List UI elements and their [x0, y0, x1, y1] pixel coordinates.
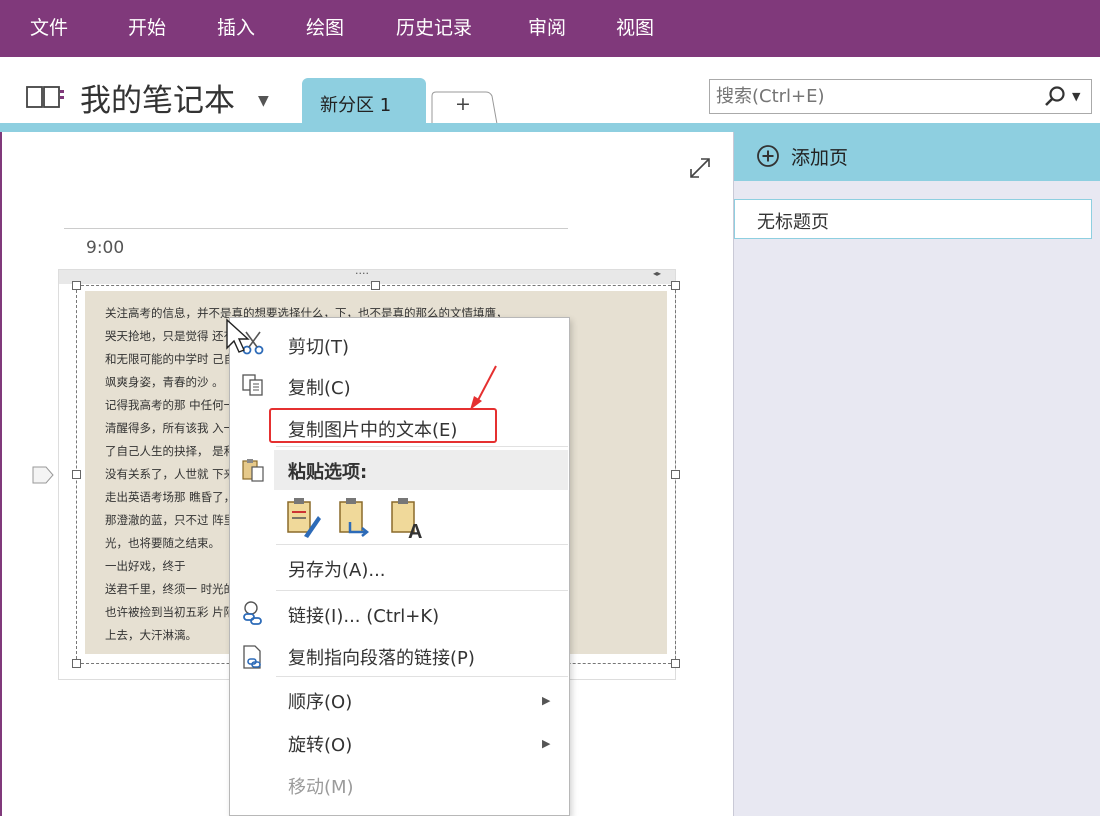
paste-keep-formatting-icon[interactable]	[284, 496, 322, 540]
search-icon[interactable]	[1043, 85, 1067, 109]
menu-review[interactable]: 审阅	[528, 0, 566, 57]
chevron-down-icon[interactable]: ▼	[258, 93, 269, 109]
page-title-underline	[64, 228, 568, 229]
add-page-label: 添加页	[791, 147, 849, 169]
link-menu-item[interactable]: 链接(I)... (Ctrl+K)	[288, 602, 439, 628]
red-arrow-annotation-icon	[470, 365, 497, 410]
paragraph-link-icon	[243, 645, 261, 669]
menu-separator	[276, 590, 568, 591]
notebook-header: 我的笔记本 ▼ 新分区 1 + ▼	[0, 57, 1100, 125]
page-item-label: 无标题页	[757, 212, 829, 233]
menu-separator	[276, 544, 568, 545]
save-as-menu-item[interactable]: 另存为(A)...	[288, 556, 386, 582]
rotate-menu-item[interactable]: 旋转(O)	[288, 731, 352, 757]
search-input[interactable]	[716, 86, 1016, 107]
notebook-title[interactable]: 我的笔记本	[80, 75, 235, 120]
resize-handle[interactable]	[671, 659, 680, 668]
resize-handle[interactable]	[72, 281, 81, 290]
resize-handle-icon[interactable]: ◂▸	[653, 269, 661, 278]
submenu-arrow-icon: ▶	[542, 737, 551, 750]
add-page-button[interactable]: 添加页	[734, 132, 1100, 181]
menu-view[interactable]: 视图	[616, 0, 654, 57]
copy-link-to-paragraph-menu-item[interactable]: 复制指向段落的链接(P)	[288, 644, 475, 670]
context-menu: 剪切(T) 复制(C) 复制图片中的文本(E) 粘贴选项: A 另存为(A)..…	[229, 317, 570, 816]
add-circle-icon	[757, 145, 779, 167]
menu-file[interactable]: 文件	[30, 0, 68, 57]
order-menu-item[interactable]: 顺序(O)	[288, 688, 352, 714]
resize-handle[interactable]	[671, 281, 680, 290]
highlight-annotation-box	[269, 408, 497, 443]
search-scope-dropdown-icon[interactable]: ▼	[1072, 90, 1080, 103]
mouse-pointer-icon	[226, 318, 250, 353]
section-accent-bar	[0, 123, 1100, 132]
paste-merge-formatting-icon[interactable]	[336, 496, 374, 540]
menu-history[interactable]: 历史记录	[396, 0, 472, 57]
move-handle-icon[interactable]: ····	[355, 267, 369, 280]
resize-handle[interactable]	[72, 470, 81, 479]
paste-options-label: 粘贴选项:	[288, 462, 368, 483]
submenu-arrow-icon: ▶	[542, 694, 551, 707]
cut-menu-item[interactable]: 剪切(T)	[288, 333, 349, 359]
window-border	[0, 132, 2, 816]
svg-text:A: A	[408, 521, 422, 540]
paste-icon	[242, 459, 264, 482]
menu-insert[interactable]: 插入	[217, 0, 255, 57]
copy-menu-item[interactable]: 复制(C)	[288, 374, 351, 400]
search-box[interactable]: ▼	[709, 79, 1092, 114]
page-item-untitled[interactable]: 无标题页	[734, 199, 1092, 239]
link-icon	[243, 601, 262, 625]
resize-handle[interactable]	[72, 659, 81, 668]
paste-text-only-icon[interactable]: A	[388, 496, 426, 540]
menu-separator	[276, 446, 568, 447]
move-menu-item[interactable]: 移动(M)	[288, 773, 354, 799]
ribbon-menu-bar: 文件 开始 插入 绘图 历史记录 审阅 视图	[0, 0, 1100, 57]
menu-draw[interactable]: 绘图	[306, 0, 344, 57]
resize-handle[interactable]	[671, 470, 680, 479]
paste-options-header: 粘贴选项:	[274, 450, 568, 490]
page-list-pane: 添加页 无标题页	[733, 132, 1100, 816]
page-time: 9:00	[86, 238, 125, 258]
menu-home[interactable]: 开始	[128, 0, 166, 57]
copy-icon	[242, 374, 263, 396]
tab-section-1-label: 新分区 1	[320, 95, 392, 116]
menu-separator	[276, 676, 568, 677]
paragraph-handle-icon[interactable]	[32, 466, 54, 484]
resize-handle[interactable]	[371, 281, 380, 290]
expand-icon[interactable]	[688, 156, 712, 180]
notebook-icon[interactable]	[26, 84, 66, 110]
plus-icon: +	[455, 93, 471, 115]
